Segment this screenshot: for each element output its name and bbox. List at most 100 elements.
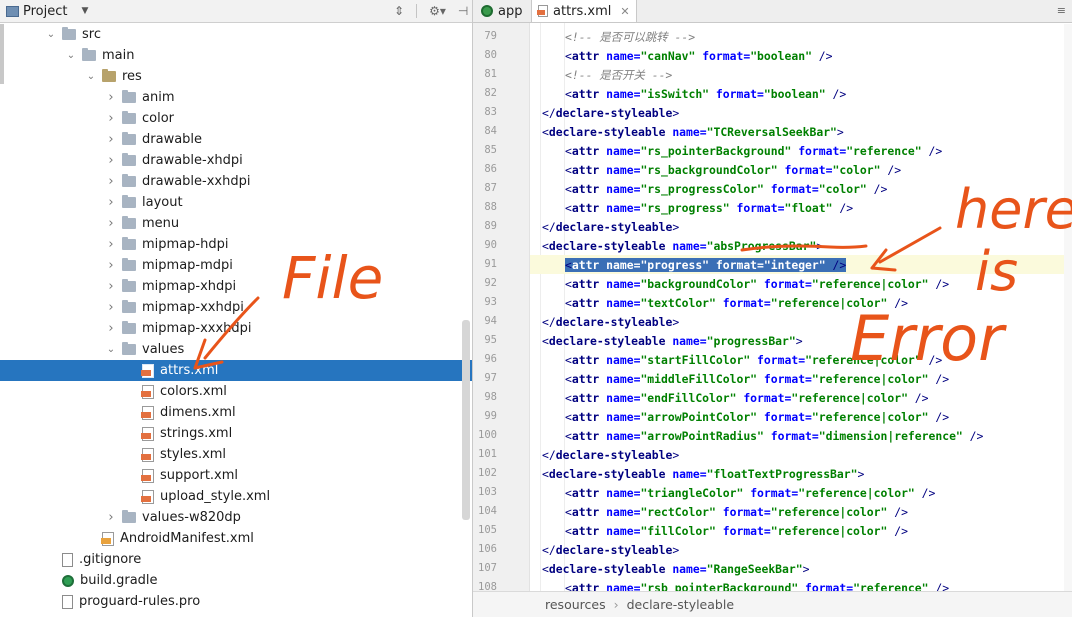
tree-item-mipmap-hdpi[interactable]: › mipmap-hdpi <box>0 234 472 255</box>
chevron-right-icon[interactable]: › <box>106 259 116 272</box>
code-line[interactable]: <attr name="rectColor" format="reference… <box>530 502 1072 521</box>
code-line[interactable]: </declare-styleable> <box>530 540 1072 559</box>
project-view-selector[interactable]: Project ▼ <box>6 3 88 19</box>
code-line[interactable]: <attr name="rs_progressColor" format="co… <box>530 179 1072 198</box>
breadcrumb-item-resources[interactable]: resources <box>545 597 606 612</box>
chevron-right-icon[interactable]: › <box>106 511 116 524</box>
chevron-down-icon[interactable]: ⌄ <box>66 50 76 61</box>
code-token: format= <box>722 295 771 310</box>
line-number: 84 <box>484 125 497 137</box>
code-line[interactable]: <attr name="startFillColor" format="refe… <box>530 350 1072 369</box>
tree-item-mipmap-xxhdpi[interactable]: › mipmap-xxhdpi <box>0 297 472 318</box>
code-line[interactable]: <attr name="textColor" format="reference… <box>530 293 1072 312</box>
code-line[interactable]: <declare-styleable name="TCReversalSeekB… <box>530 122 1072 141</box>
editor-scrollbar[interactable] <box>1064 24 1072 591</box>
code-line[interactable]: <attr name="arrowPointColor" format="ref… <box>530 407 1072 426</box>
tree-item-dimens-xml[interactable]: dimens.xml <box>0 402 472 423</box>
code-line[interactable]: <attr name="middleFillColor" format="ref… <box>530 369 1072 388</box>
chevron-right-icon[interactable]: › <box>106 91 116 104</box>
tree-item-strings-xml[interactable]: strings.xml <box>0 423 472 444</box>
chevron-right-icon[interactable]: › <box>106 175 116 188</box>
tree-item-res[interactable]: ⌄ res <box>0 66 472 87</box>
tree-item-mipmap-xxxhdpi[interactable]: › mipmap-xxxhdpi <box>0 318 472 339</box>
code-token: </ <box>542 542 556 557</box>
code-text: <attr name="isSwitch" format="boolean" /… <box>565 87 846 101</box>
code-line[interactable]: <attr name="rs_backgroundColor" format="… <box>530 160 1072 179</box>
code-line[interactable]: <declare-styleable name="absProgressBar"… <box>530 236 1072 255</box>
code-token: attr <box>571 371 607 386</box>
breadcrumb-item-declare-styleable[interactable]: declare-styleable <box>627 597 734 612</box>
code-area[interactable]: <!-- 是否可以跳转 --> <attr name="canNav" forma… <box>530 23 1072 591</box>
code-line[interactable]: <declare-styleable name="RangeSeekBar"> <box>530 559 1072 578</box>
tree-item-anim[interactable]: › anim <box>0 87 472 108</box>
tree-item-values-w820dp[interactable]: › values-w820dp <box>0 507 472 528</box>
tree-item-styles-xml[interactable]: styles.xml <box>0 444 472 465</box>
code-line[interactable]: <attr name="rsb_pointerBackground" forma… <box>530 578 1072 592</box>
tree-item-menu[interactable]: › menu <box>0 213 472 234</box>
line-number: 83 <box>484 106 497 118</box>
code-token: declare-styleable <box>548 561 673 576</box>
code-line[interactable]: <!-- 是否可以跳转 --> <box>530 27 1072 46</box>
tab-overflow-icon[interactable]: ≡ <box>1057 4 1066 17</box>
code-line[interactable]: <attr name="canNav" format="boolean" /> <box>530 46 1072 65</box>
tree-item-proguard-rules-pro[interactable]: proguard-rules.pro <box>0 591 472 612</box>
tree-item-src[interactable]: ⌄ src <box>0 24 472 45</box>
tree-item-build-gradle[interactable]: build.gradle <box>0 570 472 591</box>
chevron-down-icon[interactable]: ⌄ <box>106 344 116 355</box>
code-line[interactable]: </declare-styleable> <box>530 217 1072 236</box>
tree-item-drawable[interactable]: › drawable <box>0 129 472 150</box>
chevron-right-icon[interactable]: › <box>106 301 116 314</box>
code-line[interactable]: <declare-styleable name="progressBar"> <box>530 331 1072 350</box>
code-line[interactable]: <attr name="progress" format="integer" /… <box>530 255 1072 274</box>
tree-item-color[interactable]: › color <box>0 108 472 129</box>
code-line[interactable]: </declare-styleable> <box>530 445 1072 464</box>
tree-item-main[interactable]: ⌄ main <box>0 45 472 66</box>
code-line[interactable]: <attr name="triangleColor" format="refer… <box>530 483 1072 502</box>
chevron-right-icon[interactable]: › <box>106 217 116 230</box>
code-token: > <box>672 105 680 120</box>
code-line[interactable]: <attr name="fillColor" format="reference… <box>530 521 1072 540</box>
gear-icon[interactable]: ⚙▾ <box>429 4 446 18</box>
chevron-right-icon[interactable]: › <box>106 280 116 293</box>
code-line[interactable]: </declare-styleable> <box>530 103 1072 122</box>
code-line[interactable]: <attr name="rs_pointerBackground" format… <box>530 141 1072 160</box>
tree-item-mipmap-xhdpi[interactable]: › mipmap-xhdpi <box>0 276 472 297</box>
chevron-right-icon[interactable]: › <box>106 154 116 167</box>
chevron-right-icon[interactable]: › <box>106 238 116 251</box>
tree-item-androidmanifest-xml[interactable]: AndroidManifest.xml <box>0 528 472 549</box>
code-token: "endFillColor" <box>640 390 744 405</box>
tree-item-upload-style-xml[interactable]: upload_style.xml <box>0 486 472 507</box>
tree-item-drawable-xhdpi[interactable]: › drawable-xhdpi <box>0 150 472 171</box>
tab-attrs-xml[interactable]: attrs.xml ✕ <box>531 0 637 22</box>
chevron-right-icon[interactable]: › <box>106 112 116 125</box>
folder-icon <box>122 132 136 145</box>
code-line[interactable]: <!-- 是否开关 --> <box>530 65 1072 84</box>
hide-panel-icon[interactable]: ⊣ <box>458 4 468 18</box>
tree-item-colors-xml[interactable]: colors.xml <box>0 381 472 402</box>
code-token: attr <box>571 276 607 291</box>
tree-item-values[interactable]: ⌄ values <box>0 339 472 360</box>
code-token: < <box>565 485 572 500</box>
code-line[interactable]: <attr name="backgroundColor" format="ref… <box>530 274 1072 293</box>
tree-item-gitignore[interactable]: .gitignore <box>0 549 472 570</box>
tree-scrollbar[interactable] <box>462 320 470 520</box>
code-line[interactable]: <attr name="isSwitch" format="boolean" /… <box>530 84 1072 103</box>
collapse-all-icon[interactable]: ⇕ <box>394 4 404 18</box>
tree-item-drawable-xxhdpi[interactable]: › drawable-xxhdpi <box>0 171 472 192</box>
code-line[interactable]: </declare-styleable> <box>530 312 1072 331</box>
tree-item-mipmap-mdpi[interactable]: › mipmap-mdpi <box>0 255 472 276</box>
chevron-right-icon[interactable]: › <box>106 322 116 335</box>
code-line[interactable]: <attr name="arrowPointRadius" format="di… <box>530 426 1072 445</box>
close-icon[interactable]: ✕ <box>620 5 629 18</box>
chevron-down-icon[interactable]: ⌄ <box>46 29 56 40</box>
code-token: > <box>857 466 865 481</box>
chevron-right-icon[interactable]: › <box>106 196 116 209</box>
tree-item-attrs-xml[interactable]: attrs.xml <box>0 360 472 381</box>
code-line[interactable]: <attr name="endFillColor" format="refere… <box>530 388 1072 407</box>
tree-item-layout[interactable]: › layout <box>0 192 472 213</box>
code-line[interactable]: <declare-styleable name="floatTextProgre… <box>530 464 1072 483</box>
code-line[interactable]: <attr name="rs_progress" format="float" … <box>530 198 1072 217</box>
tree-item-support-xml[interactable]: support.xml <box>0 465 472 486</box>
chevron-down-icon[interactable]: ⌄ <box>86 71 96 82</box>
chevron-right-icon[interactable]: › <box>106 133 116 146</box>
